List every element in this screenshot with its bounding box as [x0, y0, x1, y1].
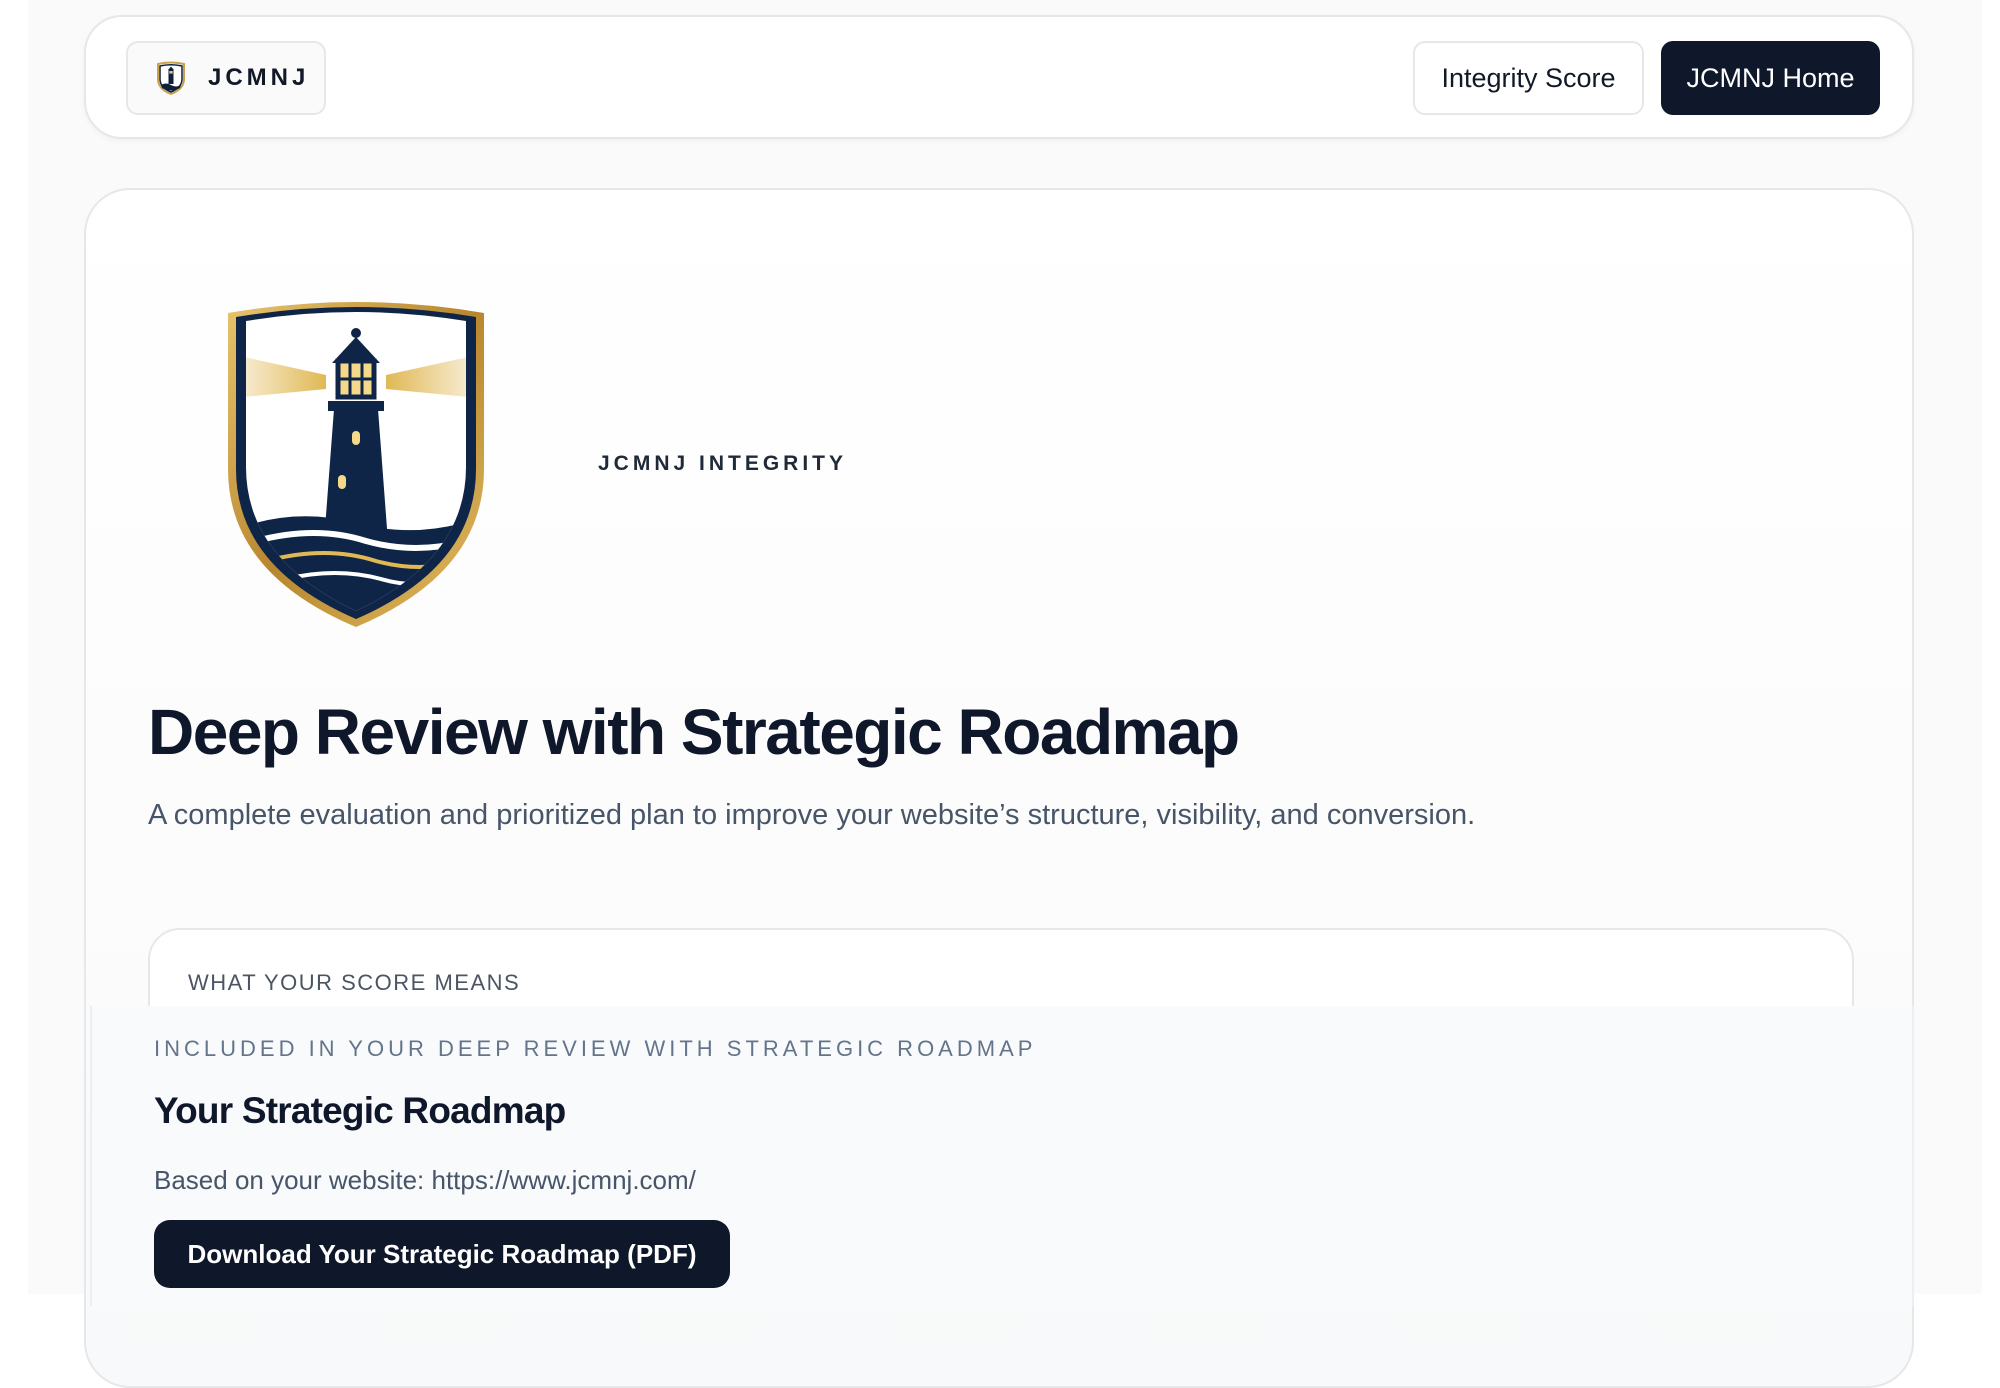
roadmap-website-text: Based on your website: https://www.jcmnj…: [154, 1165, 696, 1195]
home-button[interactable]: JCMNJ Home: [1661, 41, 1880, 115]
brand-label: JCMNJ: [208, 64, 310, 91]
roadmap-section: INCLUDED IN YOUR DEEP REVIEW WITH STRATE…: [90, 1006, 1914, 1306]
score-meaning-title: WHAT YOUR SCORE MEANS: [188, 970, 521, 995]
roadmap-eyebrow: INCLUDED IN YOUR DEEP REVIEW WITH STRATE…: [154, 1036, 1037, 1061]
top-nav: JCMNJ Integrity Score JCMNJ Home: [84, 15, 1914, 139]
hero-eyebrow: JCMNJ INTEGRITY: [598, 452, 848, 475]
page-title: Deep Review with Strategic Roadmap: [148, 696, 1240, 768]
lighthouse-shield-crest: [216, 297, 496, 627]
brand-home-button[interactable]: JCMNJ: [126, 41, 326, 115]
page-subtitle: A complete evaluation and prioritized pl…: [148, 799, 1476, 831]
roadmap-title: Your Strategic Roadmap: [154, 1090, 566, 1131]
download-roadmap-button[interactable]: Download Your Strategic Roadmap (PDF): [154, 1220, 730, 1288]
lighthouse-shield-icon: [156, 61, 186, 95]
integrity-score-button[interactable]: Integrity Score: [1413, 41, 1644, 115]
